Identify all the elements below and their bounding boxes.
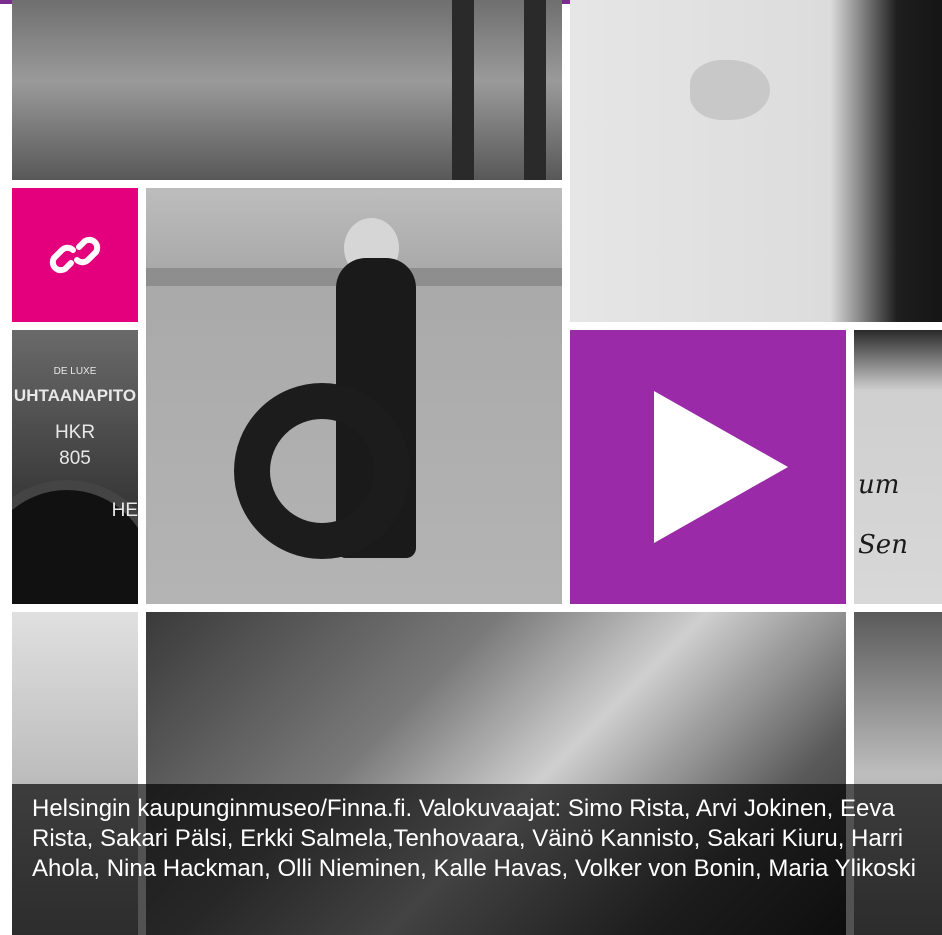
signature-text-1: um — [858, 470, 900, 500]
tire — [234, 383, 410, 559]
bus-text-1: UHTAANAPITO — [13, 386, 137, 405]
bus-text-3: 805 — [59, 448, 91, 469]
photo-hand — [570, 0, 942, 322]
hand-shape — [690, 60, 770, 120]
photo-swing — [12, 0, 562, 180]
bus-wheel — [12, 480, 138, 604]
photo-bus: DE LUXE UHTAANAPITO HKR 805 HE — [12, 330, 138, 604]
tree-trunk — [524, 0, 546, 180]
bus-badge: DE LUXE — [53, 366, 97, 377]
photo-signature: um Sen — [854, 330, 942, 604]
photo-boy-tire — [146, 188, 562, 604]
link-tile[interactable] — [12, 188, 138, 322]
play-tile[interactable] — [570, 330, 846, 604]
tree-trunk — [452, 0, 474, 180]
photo-credits-caption: Helsingin kaupunginmuseo/Finna.fi. Valok… — [12, 784, 942, 935]
bus-text-2: HKR — [54, 422, 96, 443]
link-icon — [49, 236, 101, 274]
play-icon — [654, 391, 788, 543]
signature-text-2: Sen — [858, 530, 908, 560]
bus-text-4: HE — [111, 500, 138, 521]
